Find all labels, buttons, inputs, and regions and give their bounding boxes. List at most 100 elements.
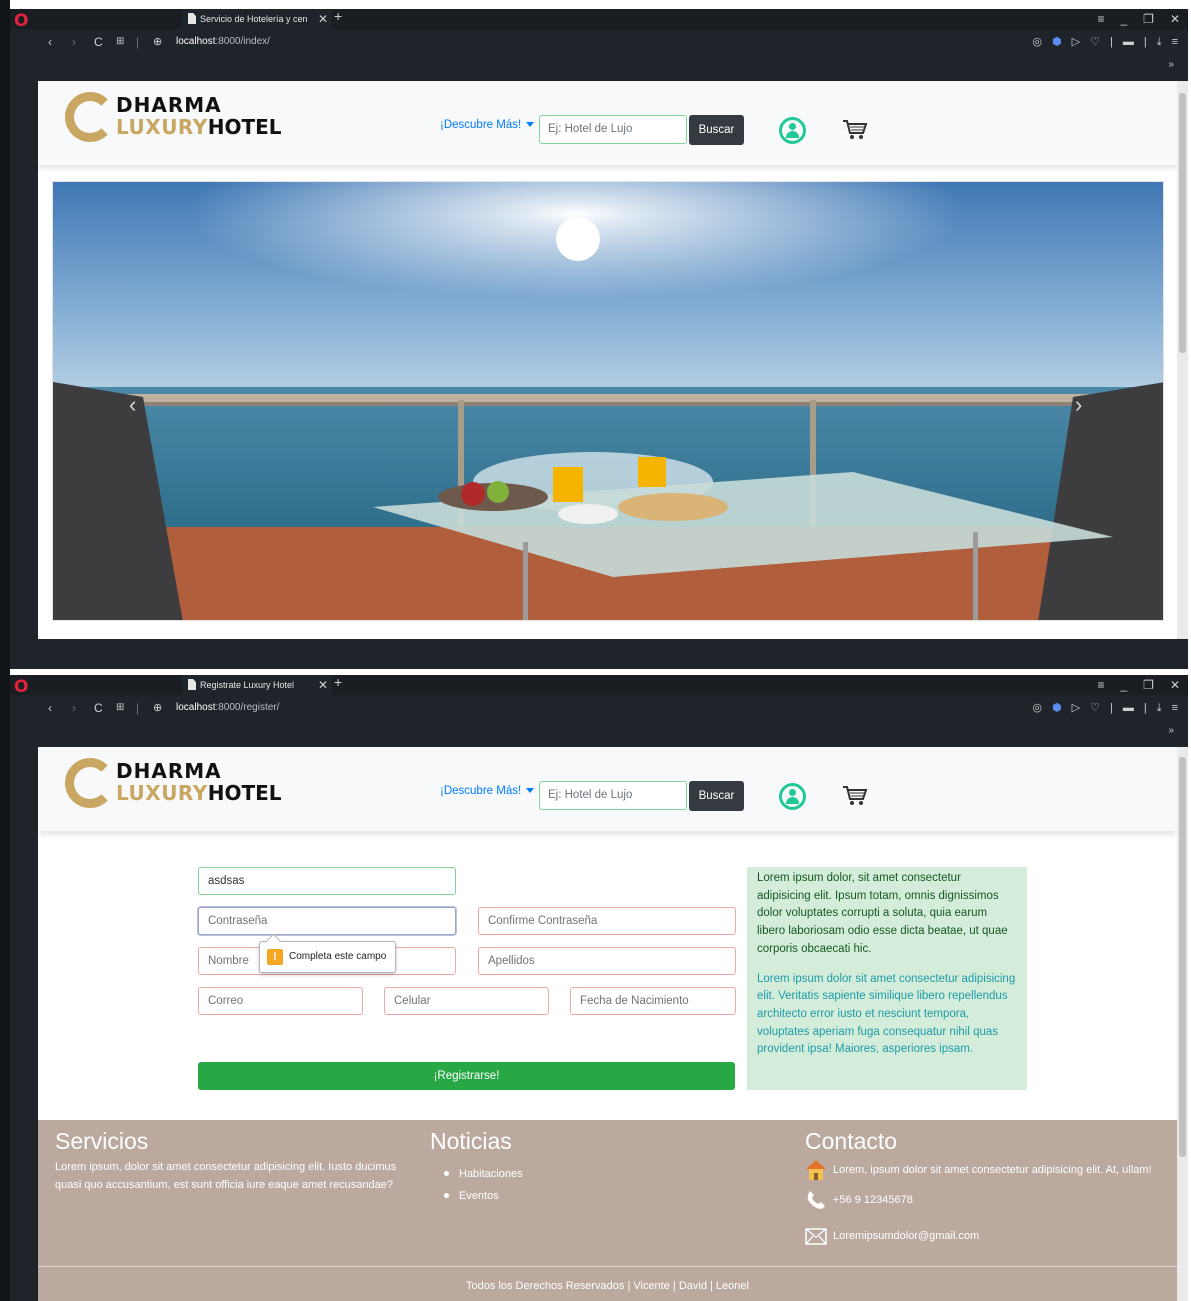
contact-list: Lorem, ipsum dolor sit amet consectetur … [805, 1159, 1175, 1255]
scrollbar-thumb[interactable] [1179, 757, 1186, 1157]
tooltip-text: Completa este campo [289, 951, 387, 962]
house-icon [806, 1160, 826, 1180]
search-input[interactable]: Ej: Hotel de Lujo [539, 115, 687, 144]
speed-dial-icon[interactable]: ⊞ [116, 695, 124, 721]
speed-dial-icon[interactable]: ⊞ [116, 29, 124, 55]
logo-line2: LUXURYHOTEL [116, 115, 282, 139]
site-header: DHARMA LUXURYHOTEL ¡Descubre Más! Ej: Ho… [38, 81, 1177, 165]
wallet-icon[interactable]: ▬ [1123, 695, 1134, 721]
restore-icon[interactable]: ❐ [1143, 9, 1154, 29]
hero-carousel: ‹ › [52, 181, 1164, 621]
menu-icon[interactable]: ≡ [1172, 695, 1178, 721]
apellidos-field[interactable]: Apellidos [478, 947, 736, 975]
shield-icon[interactable]: ⬢ [1052, 29, 1062, 55]
back-icon[interactable]: ‹ [48, 695, 52, 721]
logo-line2: LUXURYHOTEL [116, 781, 282, 805]
camera-icon[interactable]: ◎ [1032, 695, 1042, 721]
reload-icon[interactable]: C [94, 695, 103, 721]
user-circle-icon[interactable] [779, 117, 806, 144]
footer-divider [38, 1266, 1177, 1267]
address-bar: ‹ › C ⊞ | ⊕ localhost:8000/register/ ◎ ⬢… [10, 695, 1188, 721]
close-tab-icon[interactable]: ✕ [314, 9, 328, 29]
page-icon [188, 13, 196, 24]
browser-tab[interactable]: Servicio de Hotelería y cen ✕ [182, 9, 332, 29]
site-footer: Servicios Lorem ipsum, dolor sit amet co… [38, 1120, 1177, 1301]
tab-menu-icon[interactable]: ≡ [1097, 675, 1104, 695]
tab-bar: O Registrate Luxury Hotel ✕ + ≡ _ ❐ ✕ [10, 675, 1188, 697]
noticias-item-eventos[interactable]: Eventos [430, 1185, 770, 1207]
extensions-chevron-icon[interactable]: » [1168, 725, 1174, 736]
opera-logo-icon[interactable]: O [14, 677, 28, 697]
minimize-icon[interactable]: _ [1120, 9, 1127, 29]
globe-icon: ⊕ [153, 36, 163, 48]
close-tab-icon[interactable]: ✕ [314, 675, 328, 695]
hotel-logo[interactable]: DHARMA LUXURYHOTEL [65, 756, 295, 810]
hotel-logo[interactable]: DHARMA LUXURYHOTEL [65, 90, 295, 144]
correo-field[interactable]: Correo [198, 987, 363, 1015]
fecha-nacimiento-field[interactable]: Fecha de Nacimiento [570, 987, 736, 1015]
url-field[interactable]: localhost:8000/index/ [176, 29, 270, 55]
scrollbar-thumb[interactable] [1179, 93, 1186, 353]
carousel-next-icon[interactable]: › [1075, 392, 1082, 418]
password-field[interactable]: Contraseña [198, 907, 456, 935]
search-button[interactable]: Buscar [689, 115, 744, 145]
carousel-prev-icon[interactable]: ‹ [129, 392, 136, 418]
celular-field[interactable]: Celular [384, 987, 549, 1015]
envelope-icon [805, 1228, 827, 1245]
download-icon[interactable]: ⤓ [1157, 695, 1162, 721]
forward-icon[interactable]: › [72, 29, 76, 55]
search-button[interactable]: Buscar [689, 781, 744, 811]
discover-dropdown[interactable]: ¡Descubre Más! [440, 119, 535, 131]
camera-icon[interactable]: ◎ [1032, 29, 1042, 55]
new-tab-icon[interactable]: + [334, 9, 342, 24]
username-field[interactable]: asdsas [198, 867, 456, 895]
window-controls: ≡ _ ❐ ✕ [1097, 9, 1180, 29]
close-window-icon[interactable]: ✕ [1170, 675, 1180, 695]
shield-icon[interactable]: ⬢ [1052, 695, 1062, 721]
toolbar-icons: ◎ ⬢ ▷ ♡ | ▬ | ⤓ ≡ [1032, 695, 1178, 721]
discover-dropdown[interactable]: ¡Descubre Más! [440, 785, 535, 797]
scrollbar[interactable] [1177, 747, 1188, 1301]
minimize-icon[interactable]: _ [1120, 675, 1127, 695]
cart-icon[interactable] [842, 784, 868, 808]
opera-logo-icon[interactable]: O [14, 11, 28, 31]
browser-window-register: O Registrate Luxury Hotel ✕ + ≡ _ ❐ ✕ ‹ … [10, 675, 1188, 1301]
user-circle-icon[interactable] [779, 783, 806, 810]
reload-icon[interactable]: C [94, 29, 103, 55]
heart-icon[interactable]: ♡ [1090, 695, 1100, 721]
servicios-title: Servicios [55, 1128, 149, 1154]
menu-icon[interactable]: ≡ [1172, 29, 1178, 55]
separator: | [136, 701, 140, 715]
site-header: DHARMA LUXURYHOTEL ¡Descubre Más! Ej: Ho… [38, 747, 1177, 831]
url-field[interactable]: localhost:8000/register/ [176, 695, 279, 721]
browser-window-index: O Servicio de Hotelería y cen ✕ + ≡ _ ❐ … [10, 9, 1188, 669]
register-button[interactable]: ¡Registrarse! [198, 1062, 735, 1090]
tab-menu-icon[interactable]: ≡ [1097, 9, 1104, 29]
contacto-title: Contacto [805, 1128, 898, 1154]
forward-icon[interactable]: › [72, 695, 76, 721]
play-icon[interactable]: ▷ [1072, 29, 1080, 55]
footer-contacto: Contacto Lorem, ipsum dolor sit amet con… [805, 1128, 1175, 1255]
browser-tab[interactable]: Registrate Luxury Hotel ✕ [182, 675, 332, 695]
scrollbar[interactable] [1177, 81, 1188, 639]
restore-icon[interactable]: ❐ [1143, 675, 1154, 695]
toolbar-icons: ◎ ⬢ ▷ ♡ | ▬ | ⤓ ≡ [1032, 29, 1178, 55]
confirm-password-field[interactable]: Confirme Contraseña [478, 907, 736, 935]
info-paragraph-1: Lorem ipsum dolor, sit amet consectetur … [757, 872, 1008, 955]
heart-icon[interactable]: ♡ [1090, 29, 1100, 55]
separator: | [136, 35, 140, 49]
search-input[interactable]: Ej: Hotel de Lujo [539, 781, 687, 810]
back-icon[interactable]: ‹ [48, 29, 52, 55]
tab-title: Servicio de Hotelería y cen [200, 14, 308, 24]
close-window-icon[interactable]: ✕ [1170, 9, 1180, 29]
new-tab-icon[interactable]: + [334, 675, 342, 690]
wallet-icon[interactable]: ▬ [1123, 29, 1134, 55]
contact-email[interactable]: Loremipsumdolor@gmail.com [805, 1225, 1175, 1255]
noticias-item-habitaciones[interactable]: Habitaciones [430, 1163, 770, 1185]
download-icon[interactable]: ⤓ [1157, 29, 1162, 55]
play-icon[interactable]: ▷ [1072, 695, 1080, 721]
footer-servicios: Servicios Lorem ipsum, dolor sit amet co… [55, 1128, 405, 1194]
extensions-chevron-icon[interactable]: » [1168, 59, 1174, 70]
cart-icon[interactable] [842, 118, 868, 142]
tab-title: Registrate Luxury Hotel [200, 680, 295, 690]
